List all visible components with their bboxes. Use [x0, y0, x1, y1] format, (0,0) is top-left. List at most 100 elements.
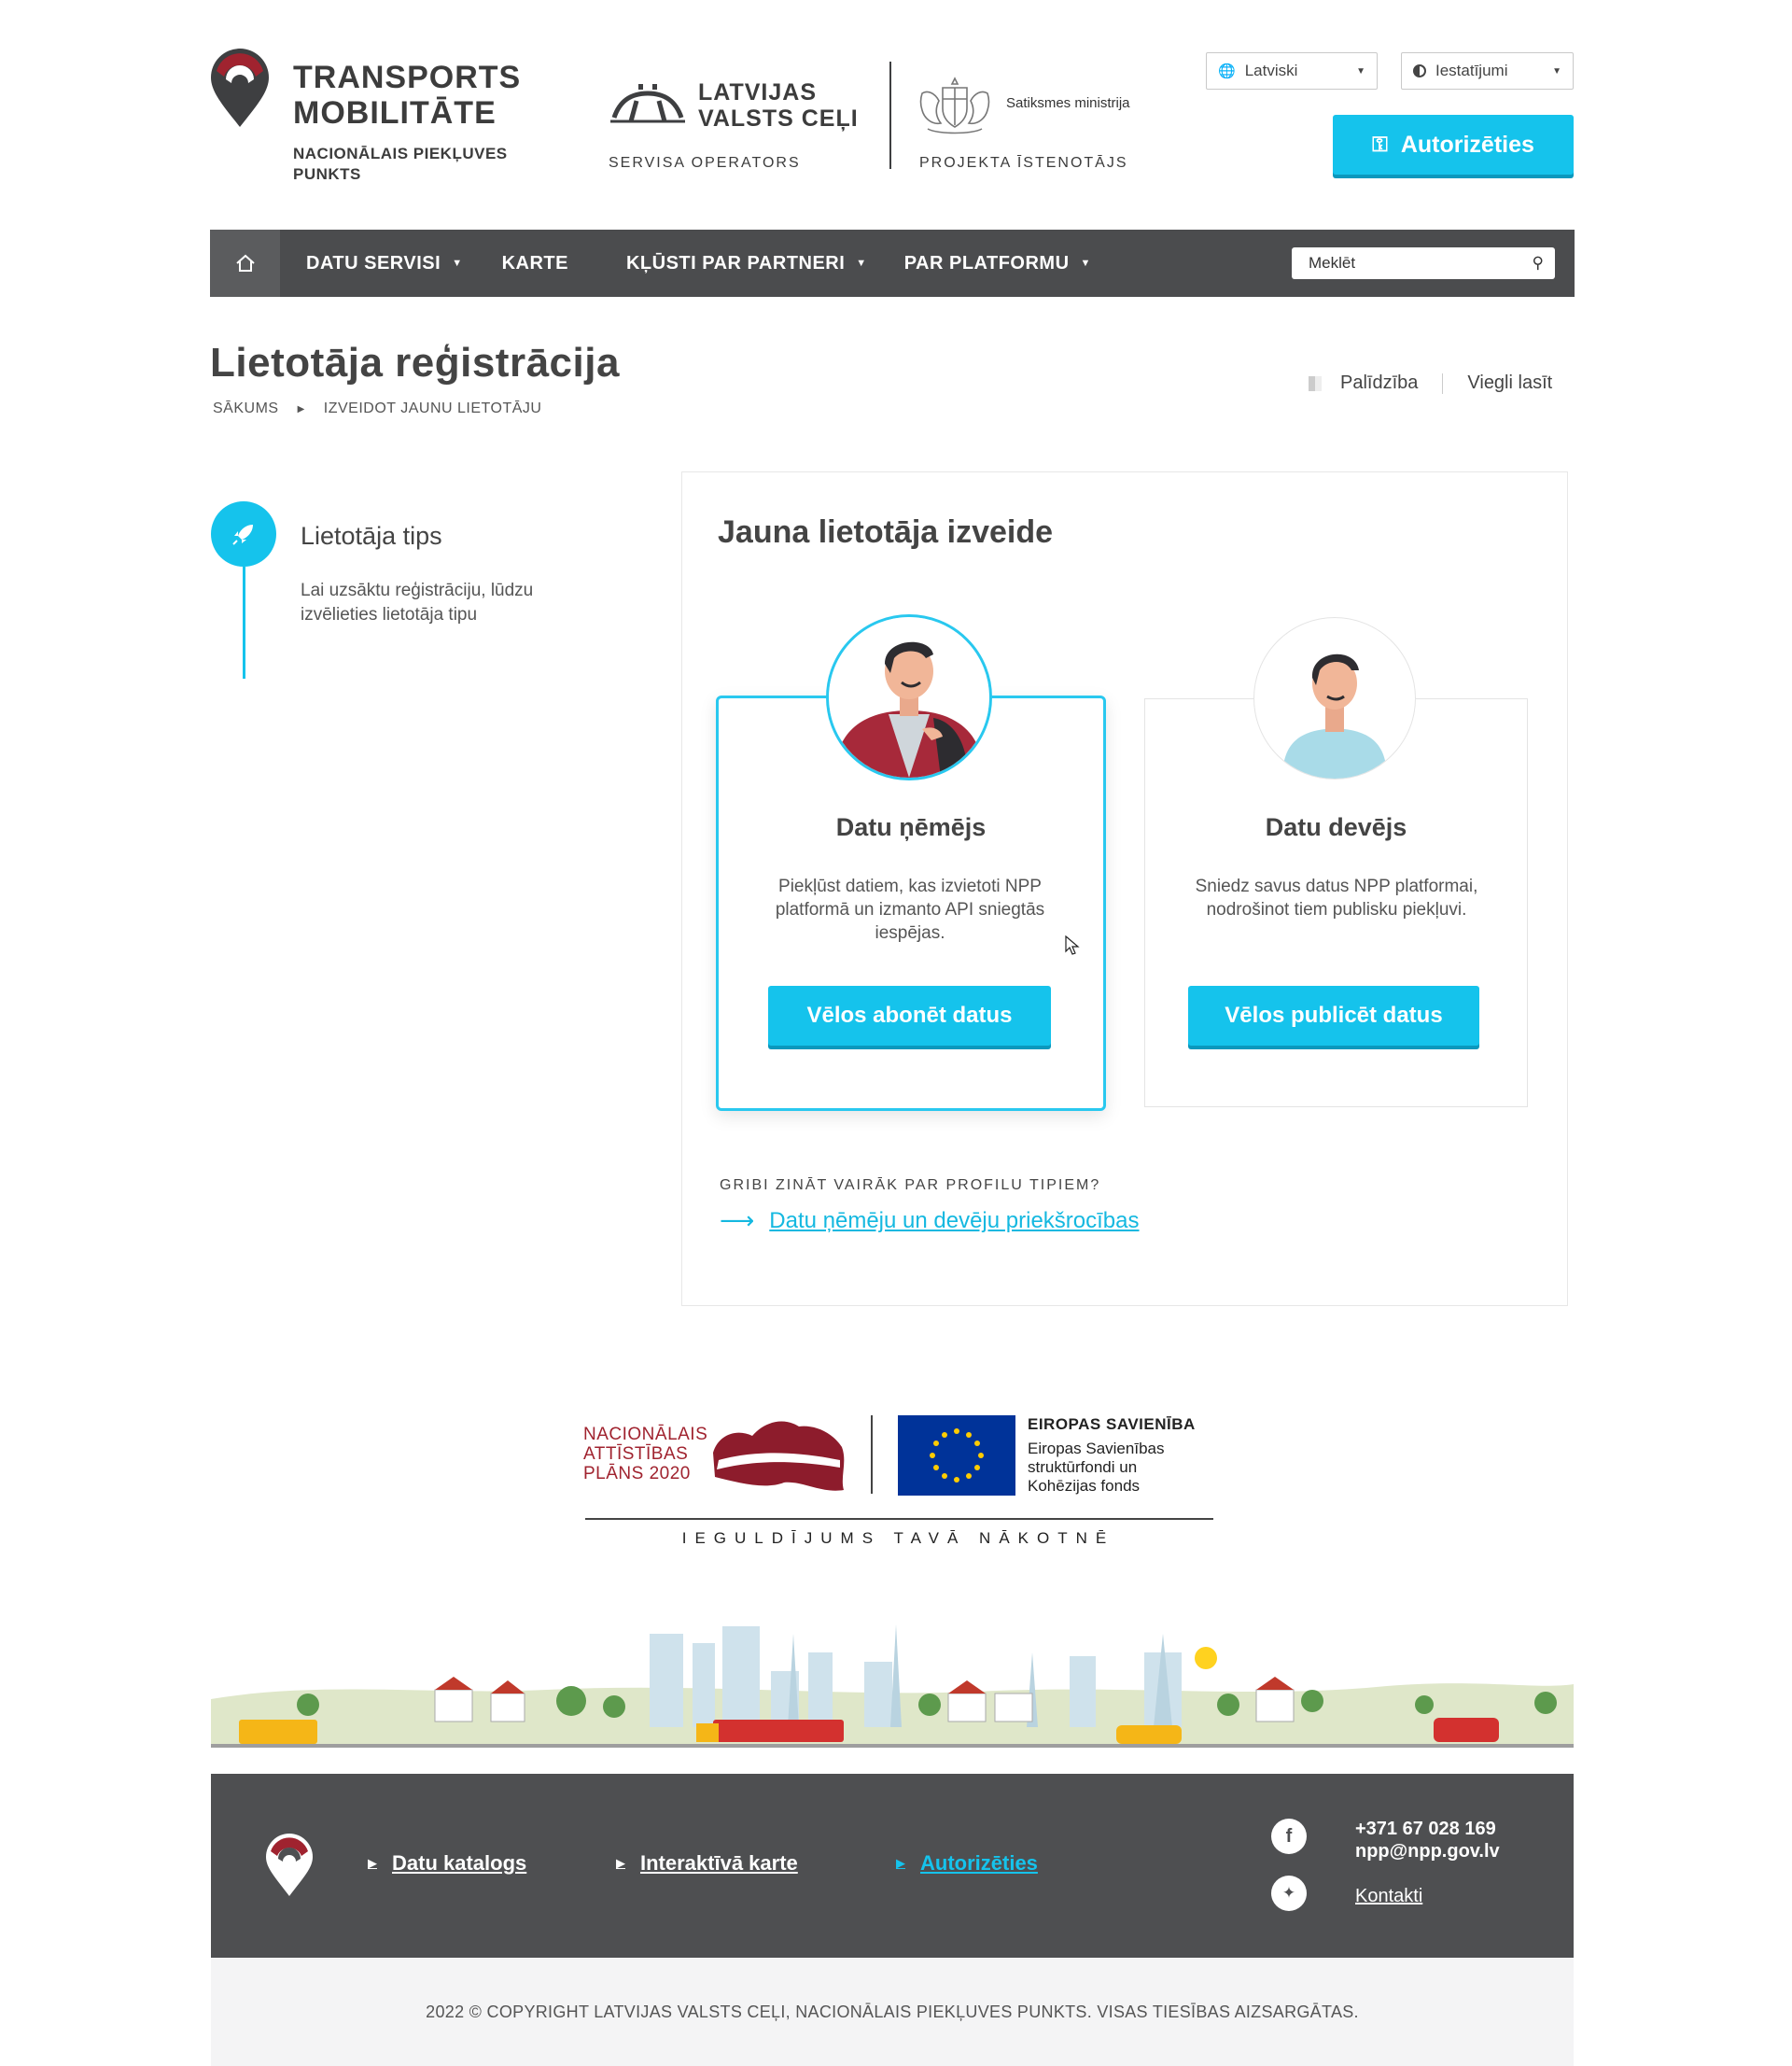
- brand-title-line-2: MOBILITĀTE: [293, 95, 497, 131]
- eu-fund-line-2: struktūrfondi un: [1028, 1458, 1138, 1476]
- brand-subtitle-line-1: NACIONĀLAIS PIEKĻUVES: [293, 145, 508, 162]
- coat-of-arms-icon: [919, 77, 990, 134]
- nap-line-1: NACIONĀLAIS: [583, 1425, 708, 1444]
- nav-item-data-services[interactable]: DATU SERVISI ▼: [306, 230, 463, 297]
- eu-title: EIROPAS SAVIENĪBA: [1028, 1415, 1196, 1433]
- ministry-name: Satiksmes ministrija: [1006, 95, 1130, 111]
- step-description: Lai uzsāktu reģistrāciju, lūdzu izvēliet…: [301, 581, 534, 625]
- breadcrumb-separator-icon: ▶: [297, 403, 305, 415]
- data-provider-title: Datu devējs: [1265, 813, 1407, 841]
- home-button[interactable]: [210, 230, 280, 297]
- facebook-icon[interactable]: f: [1271, 1819, 1307, 1854]
- footer-phone[interactable]: +371 67 028 169: [1355, 1818, 1500, 1840]
- play-arrow-icon: ▶: [616, 1856, 625, 1870]
- footer-link-label: Interaktīvā karte: [640, 1851, 798, 1875]
- data-provider-avatar: [1253, 617, 1416, 780]
- step-line: [243, 567, 245, 679]
- caret-down-icon: ▼: [856, 258, 867, 269]
- brand-title-line-1: TRANSPORTS: [293, 60, 522, 95]
- footer-link-interactive-map[interactable]: ▶ Interaktīvā karte: [616, 1851, 798, 1876]
- nav-item-label: KĻŪSTI PAR PARTNERI: [625, 252, 846, 274]
- lvc-title-line-1: LATVIJAS: [698, 79, 817, 105]
- more-info-label: GRIBI ZINĀT VAIRĀK PAR PROFILU TIPIEM?: [720, 1177, 1101, 1193]
- copyright-text: 2022 © COPYRIGHT LATVIJAS VALSTS CEĻI, N…: [426, 2002, 1359, 2021]
- footer-email[interactable]: npp@npp.gov.lv: [1355, 1840, 1500, 1862]
- search-icon[interactable]: ⚲: [1533, 254, 1544, 273]
- publish-data-button[interactable]: Vēlos publicēt datus: [1188, 986, 1479, 1046]
- chevron-down-icon: ▼: [1356, 65, 1365, 77]
- eu-funding-banner: NACIONĀLAIS ATTĪSTĪBAS PLĀNS 2020 EIROPA…: [583, 1415, 1213, 1555]
- book-icon: [1309, 375, 1322, 391]
- eu-fund-line-3: Kohēzijas fonds: [1028, 1477, 1141, 1495]
- nav-item-map[interactable]: KARTE: [502, 230, 568, 297]
- copyright-bar: 2022 © COPYRIGHT LATVIJAS VALSTS CEĻI, N…: [211, 1958, 1574, 2066]
- easy-read-link[interactable]: Viegli lasīt: [1467, 372, 1552, 394]
- nav-item-label: PAR PLATFORMU: [903, 252, 1070, 274]
- data-provider-description: Sniedz savus datus NPP platformai, nodro…: [1195, 877, 1478, 920]
- latvia-map-icon: [713, 1421, 845, 1491]
- eu-fund-line-1: Eiropas Savienības: [1028, 1440, 1165, 1457]
- footer-link-label: Datu katalogs: [392, 1851, 527, 1875]
- main-navigation: DATU SERVISI ▼ KARTE KĻŪSTI PAR PARTNERI ▼…: [210, 230, 1575, 297]
- step-title: Lietotāja tips: [301, 522, 442, 550]
- settings-select-value: Iestatījumi: [1435, 62, 1508, 79]
- eu-divider: [871, 1415, 873, 1494]
- contrast-icon: [1413, 64, 1426, 77]
- language-select[interactable]: 🌐 Latviski ▼: [1206, 52, 1378, 90]
- data-consumer-avatar: [826, 614, 992, 780]
- nap-line-3: PLĀNS 2020: [583, 1464, 691, 1483]
- login-button[interactable]: ⚿ Autorizēties: [1333, 115, 1574, 175]
- man-in-tshirt-illustration: [1282, 654, 1387, 779]
- settings-select[interactable]: Iestatījumi ▼: [1401, 52, 1574, 90]
- cityscape-illustration: [211, 1615, 1574, 1774]
- eu-fund-text: Eiropas Savienības struktūrfondi un Kohē…: [1028, 1440, 1164, 1496]
- step-indicator: [211, 501, 276, 567]
- key-icon: ⚿: [1372, 133, 1388, 156]
- help-link[interactable]: Palīdzība: [1309, 372, 1418, 394]
- brand-subtitle-line-2: PUNKTS: [293, 165, 361, 183]
- lvc-logo[interactable]: LATVIJAS VALSTS CEĻI SERVISA OPERATORS: [609, 77, 870, 179]
- data-consumer-description: Piekļūst datiem, kas izvietoti NPP platf…: [775, 877, 1045, 943]
- benefits-link[interactable]: ⟶ Datu ņēmēju un devēju priekšrocības: [720, 1206, 1140, 1235]
- breadcrumb: SĀKUMS ▶ IZVEIDOT JAUNU LIETOTĀJU: [213, 401, 541, 417]
- page-title: Lietotāja reģistrācija: [210, 340, 620, 386]
- nav-item-label: KARTE: [501, 252, 568, 274]
- man-with-backpack-illustration: [829, 617, 989, 778]
- nap-logo-text: NACIONĀLAIS ATTĪSTĪBAS PLĀNS 2020: [583, 1425, 707, 1483]
- lvc-role: SERVISA OPERATORS: [609, 155, 801, 171]
- city-skyline-illustration: [211, 1624, 1574, 1748]
- breadcrumb-home[interactable]: SĀKUMS: [213, 401, 279, 417]
- lvc-title-line-2: VALSTS CEĻI: [698, 105, 859, 132]
- nav-item-about-platform[interactable]: PAR PLATFORMU ▼: [904, 230, 1091, 297]
- caret-down-icon: ▼: [1080, 258, 1091, 269]
- page-tools: Palīdzība Viegli lasīt: [1309, 372, 1552, 394]
- footer-contacts-link[interactable]: Kontakti: [1355, 1886, 1422, 1907]
- caret-down-icon: ▼: [452, 258, 463, 269]
- mouse-cursor-icon: [1065, 935, 1080, 955]
- eu-flag: [898, 1415, 1015, 1496]
- home-icon: [235, 254, 255, 272]
- ministry-logo[interactable]: Satiksmes ministrija PROJEKTA ĪSTENOTĀJS: [917, 75, 1159, 177]
- twitter-icon[interactable]: ✦: [1271, 1876, 1307, 1911]
- play-arrow-icon: ▶: [896, 1856, 905, 1870]
- ministry-role: PROJEKTA ĪSTENOTĀJS: [919, 155, 1128, 171]
- language-select-value: Latviski: [1244, 62, 1298, 79]
- footer-logo-icon[interactable]: [264, 1833, 315, 1898]
- benefits-link-label: Datu ņēmēju un devēju priekšrocības: [769, 1207, 1140, 1233]
- footer-link-login[interactable]: ▶ Autorizēties: [896, 1851, 1038, 1876]
- header-divider: [889, 62, 891, 169]
- footer-link-data-catalog[interactable]: ▶ Datu katalogs: [368, 1851, 526, 1876]
- nap-line-2: ATTĪSTĪBAS: [583, 1444, 689, 1464]
- eu-slogan: IEGULDĪJUMS TAVĀ NĀKOTNĒ: [681, 1529, 1115, 1547]
- nav-item-become-partner[interactable]: KĻŪSTI PAR PARTNERI ▼: [626, 230, 867, 297]
- chevron-down-icon: ▼: [1552, 65, 1561, 77]
- site-logo[interactable]: TRANSPORTS MOBILITĀTE NACIONĀLAIS PIEKĻU…: [209, 49, 545, 189]
- search-placeholder: Meklēt: [1309, 254, 1356, 272]
- road-bridge-icon: [610, 84, 685, 123]
- globe-icon: 🌐: [1218, 63, 1236, 79]
- play-arrow-icon: ▶: [368, 1856, 377, 1870]
- subscribe-data-button[interactable]: Vēlos abonēt datus: [768, 986, 1051, 1046]
- footer-contacts: +371 67 028 169 npp@npp.gov.lv: [1355, 1818, 1500, 1862]
- tools-divider: [1442, 372, 1444, 394]
- search-input[interactable]: Meklēt ⚲: [1292, 247, 1555, 279]
